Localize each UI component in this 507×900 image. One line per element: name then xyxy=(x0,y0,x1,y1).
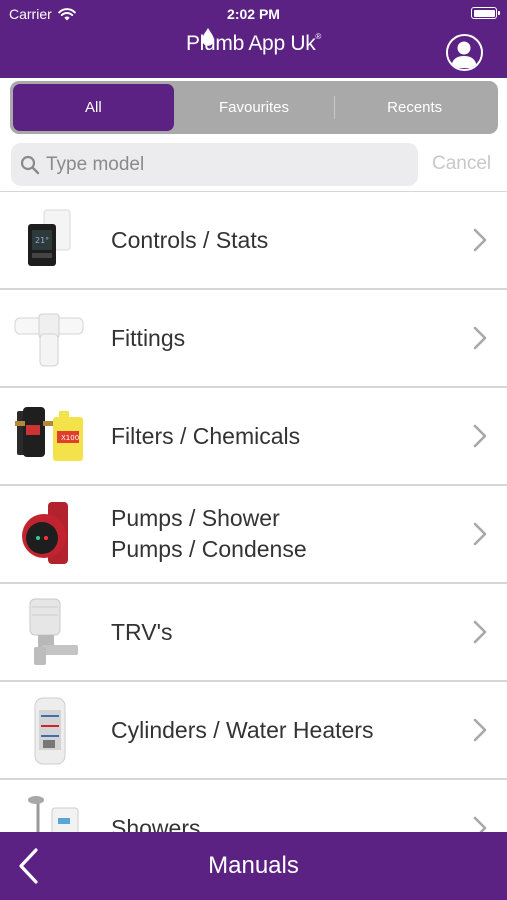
cylinder-image xyxy=(12,695,86,765)
svg-text:X100: X100 xyxy=(61,434,79,442)
category-label: Fittings xyxy=(111,324,186,351)
segmented-control: All Favourites Recents xyxy=(10,81,498,134)
user-avatar-icon xyxy=(451,41,477,68)
category-list: 21° Controls / Stats Fittings X100 Filte… xyxy=(0,191,507,832)
chevron-right-icon xyxy=(473,718,487,742)
list-item[interactable]: X100 Filters / Chemicals xyxy=(0,388,507,486)
water-drop-icon xyxy=(202,28,214,46)
chevron-right-icon xyxy=(473,326,487,350)
pipe-fitting-image xyxy=(12,303,86,373)
pump-image xyxy=(12,499,86,569)
tab-recents[interactable]: Recents xyxy=(334,84,495,131)
svg-text:21°: 21° xyxy=(35,236,49,245)
shower-image xyxy=(12,793,86,832)
thermostat-image: 21° xyxy=(12,205,86,275)
category-label: TRV's xyxy=(111,618,173,645)
chevron-right-icon xyxy=(473,522,487,546)
search-placeholder: Type model xyxy=(46,153,145,175)
chevron-right-icon xyxy=(473,816,487,832)
tab-favourites[interactable]: Favourites xyxy=(174,84,335,131)
category-label: Controls / Stats xyxy=(111,226,269,253)
chevron-right-icon xyxy=(473,424,487,448)
filter-chemical-image: X100 xyxy=(12,401,86,471)
battery-icon xyxy=(471,7,500,19)
category-label: Pumps / Shower Pumps / Condense xyxy=(111,505,307,562)
list-item[interactable]: 21° Controls / Stats xyxy=(0,192,507,290)
search-icon xyxy=(20,155,40,174)
category-label: Cylinders / Water Heaters xyxy=(111,716,374,743)
cancel-button[interactable]: Cancel xyxy=(432,153,491,175)
status-time: 2:02 PM xyxy=(227,6,280,22)
status-bar: Carrier 2:02 PM xyxy=(0,6,507,24)
search-input[interactable]: Type model xyxy=(11,143,418,186)
profile-button[interactable] xyxy=(446,34,483,71)
chevron-right-icon xyxy=(473,620,487,644)
page-title: Manuals xyxy=(208,852,299,879)
tab-favourites-label: Favourites xyxy=(218,99,290,116)
trv-valve-image xyxy=(12,597,86,667)
logo-registered-mark: ® xyxy=(315,32,322,41)
list-item[interactable]: Cylinders / Water Heaters xyxy=(0,682,507,780)
tab-recents-label: Recents xyxy=(387,99,443,116)
tab-all[interactable]: All xyxy=(13,84,174,131)
tab-all-label: All xyxy=(85,99,102,116)
list-item[interactable]: Pumps / Shower Pumps / Condense xyxy=(0,486,507,584)
app-logo: Plumb App Uk® xyxy=(0,28,507,56)
list-item[interactable]: Fittings xyxy=(0,290,507,388)
category-label: Filters / Chemicals xyxy=(111,422,301,449)
list-item[interactable]: Showers xyxy=(0,780,507,832)
list-item[interactable]: TRV's xyxy=(0,584,507,682)
bottom-nav-bar: Manuals xyxy=(0,832,507,900)
category-label: Showers xyxy=(111,814,201,833)
chevron-right-icon xyxy=(473,228,487,252)
top-bar: Carrier 2:02 PM Plumb App Uk® xyxy=(0,0,507,78)
